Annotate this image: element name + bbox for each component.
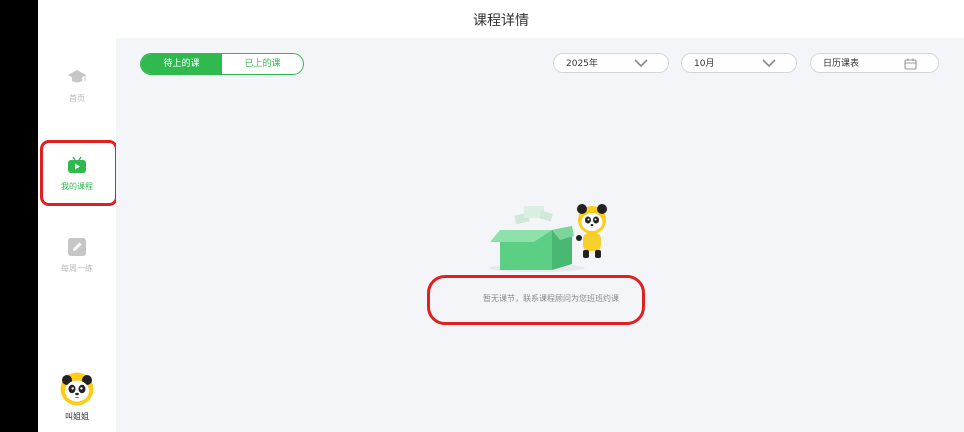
header: 课程详情: [38, 0, 964, 38]
chevron-down-icon: [762, 59, 776, 68]
month-select[interactable]: 10月: [681, 53, 797, 73]
month-value: 10月: [694, 59, 715, 69]
avatar: [60, 372, 94, 410]
tab-upcoming[interactable]: 待上的课: [141, 54, 222, 74]
left-edge-bar: [0, 0, 38, 432]
calendar-label: 日历课表: [823, 59, 860, 69]
chevron-down-icon: [634, 59, 648, 68]
page-title: 课程详情: [473, 13, 529, 29]
sidebar-item-weekly-practice[interactable]: 每周一练: [38, 238, 116, 274]
sidebar-item-label: 每周一练: [61, 264, 93, 273]
course-tabs: 待上的课 已上的课: [140, 53, 304, 75]
pencil-icon: [67, 238, 87, 256]
profile-name: 叫姐姐: [65, 412, 89, 421]
highlight-annotation-message: [427, 275, 645, 325]
graduation-cap-icon: [67, 68, 87, 86]
sidebar-item-label: 首页: [69, 94, 85, 103]
year-select[interactable]: 2025年: [553, 53, 669, 73]
tab-completed[interactable]: 已上的课: [222, 54, 303, 74]
empty-box-illustration: [482, 200, 612, 274]
calendar-schedule-button[interactable]: 日历课表: [810, 53, 939, 73]
year-value: 2025年: [566, 59, 598, 69]
profile[interactable]: 叫姐姐: [38, 372, 116, 422]
sidebar-item-home[interactable]: 首页: [38, 68, 116, 104]
calendar-icon: [904, 58, 917, 70]
highlight-annotation-nav: [40, 140, 118, 206]
main-content: 待上的课 已上的课 2025年 10月 日历课表 暂无课节，联系课程顾问为您班班…: [116, 38, 964, 432]
